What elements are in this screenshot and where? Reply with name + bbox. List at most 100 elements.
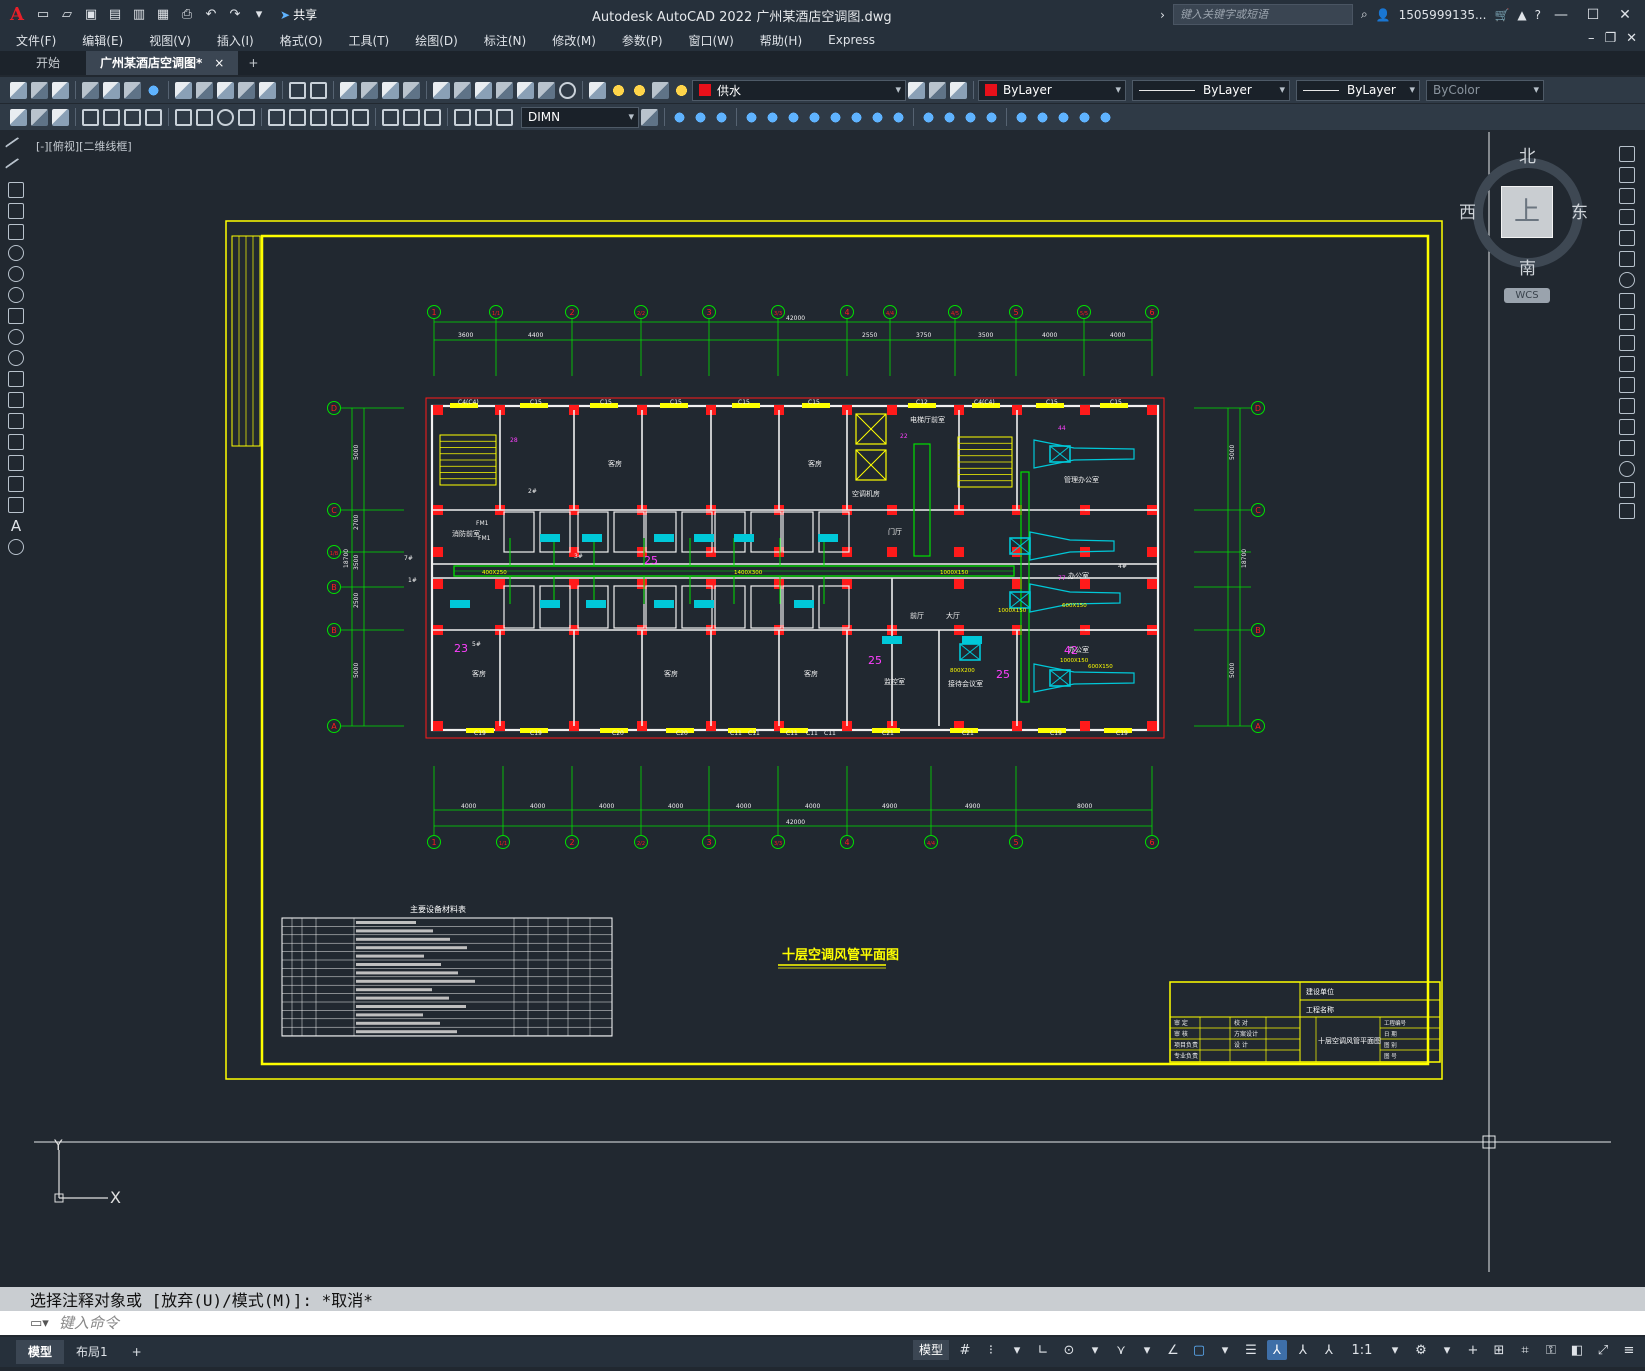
plot-icon[interactable]: ⎙ <box>178 6 196 24</box>
gradient-icon[interactable] <box>8 455 24 471</box>
line-icon[interactable] <box>4 136 28 160</box>
annotation-monitor-icon[interactable]: + <box>1463 1340 1483 1360</box>
tolerance-icon[interactable] <box>352 108 369 126</box>
copy-icon[interactable] <box>196 81 213 99</box>
make-block-icon[interactable] <box>8 392 24 408</box>
tab-start[interactable]: 开始 <box>22 51 74 75</box>
minimize-icon[interactable]: — <box>1549 7 1573 23</box>
block-editor-icon[interactable] <box>259 81 276 99</box>
rectangle-icon[interactable] <box>8 224 24 240</box>
help-icon[interactable] <box>559 81 576 99</box>
layer-freeze-icon[interactable] <box>631 81 648 99</box>
lineweight-icon[interactable]: ☰ <box>1241 1340 1261 1360</box>
hatch-icon[interactable] <box>8 434 24 450</box>
revision-cloud-icon[interactable] <box>8 287 24 303</box>
layer-previous-icon[interactable] <box>929 81 946 99</box>
pan-icon[interactable] <box>340 81 357 99</box>
auto-scale-icon[interactable]: ⅄ <box>1293 1340 1313 1360</box>
align-icon[interactable] <box>1034 108 1051 126</box>
ellipse-icon[interactable] <box>8 329 24 345</box>
menu-modify[interactable]: 修改(M) <box>552 32 596 49</box>
layout-tab-model[interactable]: 模型 <box>16 1340 65 1364</box>
chamfer-icon[interactable] <box>962 108 979 126</box>
recent-commands-icon[interactable]: ▭▾ <box>30 1316 49 1331</box>
publish-icon[interactable] <box>124 81 141 99</box>
doc-close-icon[interactable]: ✕ <box>1626 31 1637 46</box>
offset-icon[interactable] <box>1619 209 1635 225</box>
undo-icon[interactable]: ↶ <box>202 6 220 24</box>
table-icon[interactable] <box>8 497 24 513</box>
drawing-viewport[interactable]: [-][俯视][二维线框] Y X 1 1/1 2 2/2 3 3/3 4 4/… <box>34 132 1611 1272</box>
rotate-icon[interactable] <box>1619 272 1635 288</box>
plot-preview-icon[interactable] <box>103 81 120 99</box>
menu-dimension[interactable]: 标注(N) <box>484 32 526 49</box>
jogged-linear-icon[interactable] <box>424 108 441 126</box>
zoom-realtime-icon[interactable] <box>361 81 378 99</box>
match-properties-icon[interactable] <box>238 81 255 99</box>
layer-states-icon[interactable] <box>950 81 967 99</box>
compass-north[interactable]: 北 <box>1519 142 1536 167</box>
jogged-dimension-icon[interactable] <box>196 108 213 126</box>
dimension-style-icon[interactable] <box>641 108 658 126</box>
drawing-canvas[interactable]: Y X 1 1/1 2 2/2 3 3/3 4 4/4 4/5 5 5/5 6420003600 440… <box>34 132 1611 1272</box>
explode-icon[interactable] <box>1619 503 1635 519</box>
maximize-icon[interactable]: ☐ <box>1581 7 1605 23</box>
make-current-layer-icon[interactable] <box>908 81 925 99</box>
multiline-text-icon[interactable]: A <box>8 518 24 534</box>
viewcube-top-face[interactable]: 上 <box>1501 186 1553 238</box>
dimension-edit-icon[interactable] <box>454 108 471 126</box>
ordinate-dimension-icon[interactable] <box>145 108 162 126</box>
menu-format[interactable]: 格式(O) <box>280 32 323 49</box>
autodesk-app-icon[interactable]: ▲ <box>1517 8 1526 22</box>
dimension-text-edit-icon[interactable] <box>475 108 492 126</box>
markup-icon[interactable] <box>517 81 534 99</box>
center-mark-icon[interactable] <box>382 108 399 126</box>
plot-icon[interactable] <box>82 81 99 99</box>
zoom-window-icon[interactable] <box>382 81 399 99</box>
grid-icon[interactable]: # <box>955 1340 975 1360</box>
add-selected-icon[interactable] <box>8 539 24 555</box>
isometric-icon[interactable]: ⋎ <box>1111 1340 1131 1360</box>
layer-lock-icon[interactable] <box>673 81 690 99</box>
menu-parametric[interactable]: 参数(P) <box>622 32 663 49</box>
polyline-icon[interactable] <box>8 182 24 198</box>
quick-properties-icon[interactable]: ⌗ <box>1515 1340 1535 1360</box>
break-icon[interactable] <box>1619 398 1635 414</box>
close-icon[interactable]: ✕ <box>1613 7 1637 23</box>
trim-icon[interactable] <box>1619 335 1635 351</box>
angular-dimension-icon[interactable] <box>238 108 255 126</box>
insert-block-icon[interactable] <box>8 371 24 387</box>
color-dropdown[interactable]: ByLayer ▾ <box>978 79 1126 101</box>
arc-length-icon[interactable] <box>124 108 141 126</box>
blend-curves-icon[interactable] <box>1619 482 1635 498</box>
compass-south[interactable]: 南 <box>1519 254 1536 279</box>
share-button[interactable]: ➤ 共享 <box>280 6 317 23</box>
tool-palettes-icon[interactable] <box>475 81 492 99</box>
menu-insert[interactable]: 插入(I) <box>217 32 254 49</box>
layout-tab-layout1[interactable]: 布局1 <box>64 1340 120 1364</box>
isolate-objects-icon[interactable]: ◧ <box>1567 1340 1587 1360</box>
customize-menu-icon[interactable]: ≡ <box>1619 1340 1639 1360</box>
layer-dropdown[interactable]: 供水 ▾ <box>692 79 906 101</box>
units-icon[interactable]: ⊞ <box>1489 1340 1509 1360</box>
break-at-point-icon[interactable] <box>1619 377 1635 393</box>
compass-west[interactable]: 西 <box>1459 198 1476 223</box>
trim-icon[interactable] <box>869 108 886 126</box>
ellipse-arc-icon[interactable] <box>8 350 24 366</box>
layer-properties-icon[interactable] <box>589 81 606 99</box>
zoom-previous-icon[interactable] <box>403 81 420 99</box>
erase-icon[interactable] <box>671 108 688 126</box>
fillet-icon[interactable] <box>1619 461 1635 477</box>
command-input[interactable] <box>58 1312 1619 1334</box>
dimension-break-icon[interactable] <box>331 108 348 126</box>
fullscreen-icon[interactable]: ⤢ <box>1593 1340 1613 1360</box>
move-icon[interactable] <box>785 108 802 126</box>
erase-icon[interactable] <box>1619 146 1635 162</box>
polar-tracking-icon[interactable]: ⊙ <box>1059 1340 1079 1360</box>
undo-icon[interactable] <box>289 81 306 99</box>
array-icon[interactable] <box>764 108 781 126</box>
break-icon[interactable] <box>920 108 937 126</box>
diameter-dimension-icon[interactable] <box>217 108 234 126</box>
fillet-icon[interactable] <box>983 108 1000 126</box>
annotation-scale-value[interactable]: 1:1 <box>1345 1340 1379 1360</box>
